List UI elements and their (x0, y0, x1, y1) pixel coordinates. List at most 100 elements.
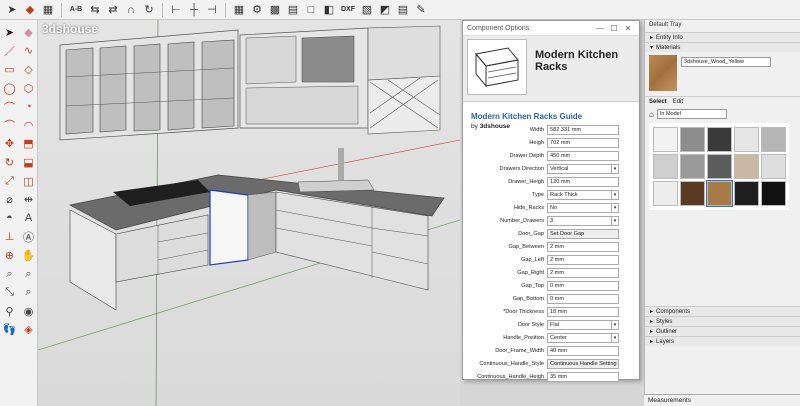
align-left-icon[interactable]: ⊢ (168, 2, 184, 18)
tab-edit[interactable]: Edit (673, 99, 683, 105)
tiles-icon[interactable]: ▩ (267, 2, 283, 18)
walk-icon[interactable]: 👣 (0, 321, 19, 340)
option-input[interactable]: 120 mm (547, 176, 619, 187)
position-camera-icon[interactable]: ⚲ (0, 302, 19, 321)
hatch-icon[interactable]: ▤ (285, 2, 301, 18)
maximize-icon[interactable]: ☐ (607, 24, 621, 33)
look-around-icon[interactable]: ◉ (19, 302, 38, 321)
option-input[interactable]: 0 mm (547, 280, 619, 291)
ab-tool-button[interactable]: A-B (67, 2, 85, 18)
option-input[interactable]: 582.331 mm (547, 124, 619, 135)
chevron-down-icon[interactable]: ▾ (611, 164, 618, 173)
section-plane-icon[interactable]: ◈ (19, 321, 38, 340)
material-swatch[interactable] (761, 181, 786, 206)
pan-icon[interactable]: ✋ (19, 246, 38, 265)
option-input[interactable]: 18 mm (547, 306, 619, 317)
option-select[interactable]: 3 ▾ (547, 215, 619, 226)
option-input[interactable]: 450 mm (547, 150, 619, 161)
tab-select[interactable]: Select (649, 99, 667, 105)
entity-info-section[interactable]: ▸ Entity Info (645, 32, 800, 42)
option-select[interactable]: No ▾ (547, 202, 619, 213)
chevron-down-icon[interactable]: ▾ (611, 203, 618, 212)
material-swatch[interactable] (734, 154, 759, 179)
zoom-window-icon[interactable]: ⌕ (19, 265, 38, 284)
material-swatch[interactable] (707, 154, 732, 179)
freehand-icon[interactable]: ∿ (19, 42, 38, 61)
chevron-down-icon[interactable]: ▾ (611, 333, 618, 342)
tag-icon[interactable]: ◧ (321, 2, 337, 18)
pencil-icon[interactable]: ✎ (413, 2, 429, 18)
cube-icon[interactable]: ◩ (377, 2, 393, 18)
minimize-icon[interactable]: — (593, 24, 607, 33)
3d-viewport[interactable]: 3dshouse (38, 20, 460, 406)
3d-text-icon[interactable]: Ⓐ (19, 228, 38, 247)
material-swatch[interactable] (734, 181, 759, 206)
move-icon[interactable]: ✥ (0, 135, 19, 154)
chevron-down-icon[interactable]: ▾ (611, 190, 618, 199)
flip-icon[interactable]: ⇆ (87, 2, 103, 18)
option-input[interactable]: 0 mm (547, 293, 619, 304)
tray-section-layers[interactable]: ▸ Layers (645, 336, 800, 346)
material-swatch[interactable] (761, 154, 786, 179)
follow-me-icon[interactable]: ⬓ (19, 153, 38, 172)
materials-section[interactable]: ▾ Materials (645, 42, 800, 52)
previous-view-icon[interactable]: ⌕ (19, 283, 38, 302)
headphones-icon[interactable]: ∩ (123, 2, 139, 18)
zoom-extents-icon[interactable]: ⤡ (0, 283, 19, 302)
chevron-down-icon[interactable]: ▾ (611, 320, 618, 329)
refresh-icon[interactable]: ↻ (141, 2, 157, 18)
pie-icon[interactable]: ◔ (19, 97, 38, 116)
zoom-icon[interactable]: ⌕ (0, 265, 19, 284)
option-input[interactable]: 40 mm (547, 345, 619, 356)
circle-icon[interactable]: ◯ (0, 79, 19, 98)
rotate-icon[interactable]: ↻ (0, 153, 19, 172)
option-input[interactable]: 2 mm (547, 241, 619, 252)
material-swatch[interactable] (653, 154, 678, 179)
polygon-icon[interactable]: ⬡ (19, 79, 38, 98)
guide-link[interactable]: Modern Kitchen Racks Guide (463, 102, 639, 121)
rotated-rectangle-icon[interactable]: ◇ (19, 60, 38, 79)
option-select[interactable]: Rack Thick ▾ (547, 189, 619, 200)
option-input[interactable]: 702 mm (547, 137, 619, 148)
grid-icon[interactable]: ▦ (231, 2, 247, 18)
option-input[interactable]: 2 mm (547, 254, 619, 265)
current-material-swatch[interactable] (649, 55, 677, 91)
option-input[interactable]: 35 mm (547, 371, 619, 382)
option-button[interactable]: Set Door Gap (547, 228, 619, 239)
arc-3pt-icon[interactable]: ◠ (19, 116, 38, 135)
material-swatch[interactable] (653, 181, 678, 206)
material-swatch[interactable] (706, 180, 733, 207)
align-center-icon[interactable]: ┼ (186, 2, 202, 18)
material-swatch[interactable] (653, 127, 678, 152)
option-button[interactable]: Continuous Handle Setting (547, 358, 619, 369)
material-swatch[interactable] (761, 127, 786, 152)
axes-icon[interactable]: ⊥ (0, 228, 19, 247)
stack-icon[interactable]: ▤ (395, 2, 411, 18)
tape-measure-icon[interactable]: ⌀ (0, 190, 19, 209)
chevron-down-icon[interactable]: ▾ (611, 216, 618, 225)
arrow-select-icon[interactable]: ➤ (4, 2, 20, 18)
eraser-icon[interactable]: ◆ (19, 23, 38, 42)
arc-icon[interactable]: ⌒ (0, 97, 19, 116)
rectangle-icon[interactable]: □ (303, 2, 319, 18)
material-swatch[interactable] (680, 181, 705, 206)
protractor-icon[interactable]: ◓ (0, 209, 19, 228)
text-icon[interactable]: A (19, 209, 38, 228)
arc-2pt-icon[interactable]: ⌒ (0, 116, 19, 135)
offset-icon[interactable]: ◫ (19, 172, 38, 191)
scale-icon[interactable]: ⤢ (0, 172, 19, 191)
material-swatch[interactable] (680, 127, 705, 152)
option-input[interactable]: 2 mm (547, 267, 619, 278)
tray-section-components[interactable]: ▸ Components (645, 306, 800, 316)
option-select[interactable]: Center ▾ (547, 332, 619, 343)
line-icon[interactable]: ／ (0, 42, 19, 61)
collection-select[interactable]: In Model (656, 109, 727, 119)
material-swatch[interactable] (734, 127, 759, 152)
orbit-icon[interactable]: ⊕ (0, 246, 19, 265)
push-pull-icon[interactable]: ⬒ (19, 135, 38, 154)
swap-icon[interactable]: ⇄ (105, 2, 121, 18)
dxf-export-button[interactable]: DXF (339, 2, 357, 18)
option-select[interactable]: Vertical ▾ (547, 163, 619, 174)
measurements-box[interactable]: Measurements (644, 394, 800, 406)
material-swatch[interactable] (680, 154, 705, 179)
